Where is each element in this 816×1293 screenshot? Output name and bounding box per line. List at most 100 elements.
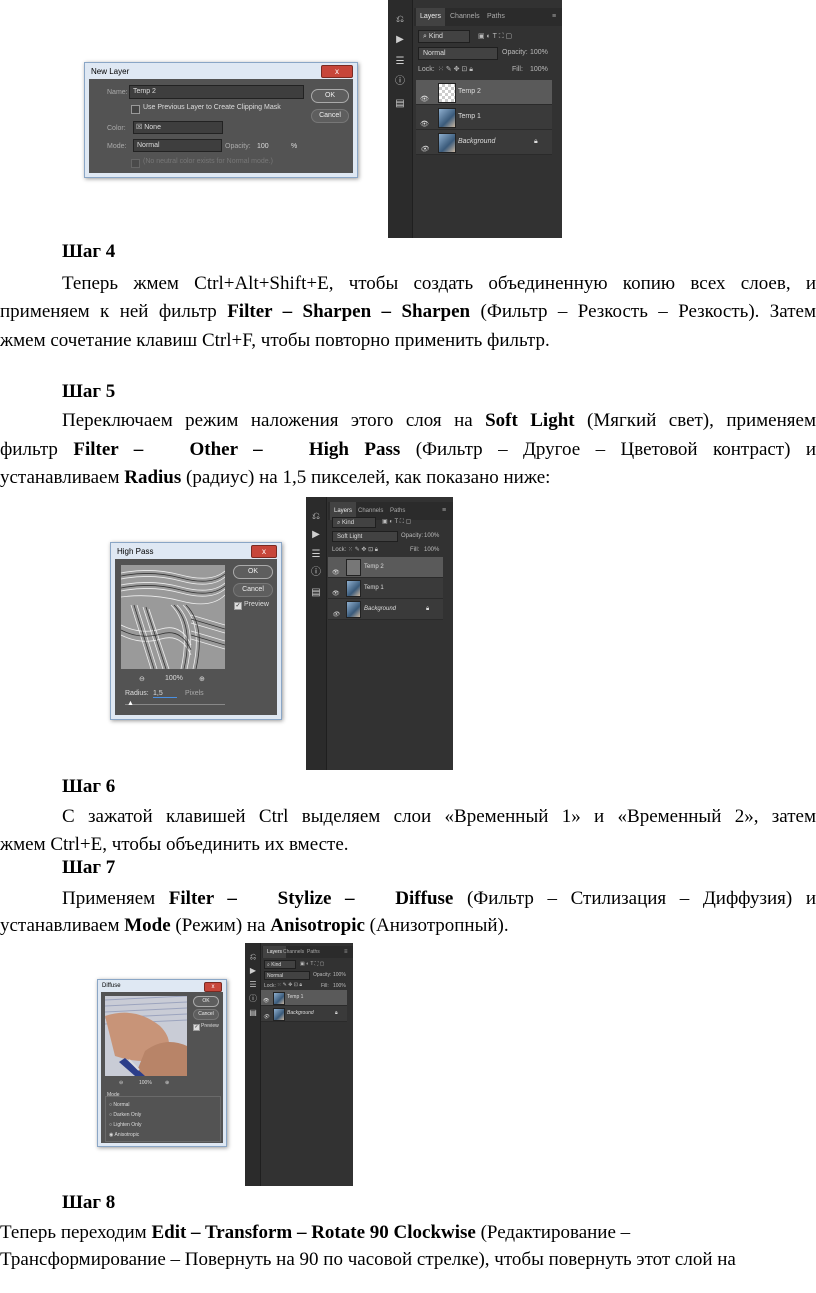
- mode-radio-anisotropic[interactable]: ◉ Anisotropic: [109, 1132, 139, 1138]
- cancel-button[interactable]: Cancel: [233, 583, 273, 597]
- zoom-in-icon[interactable]: ⊕: [199, 675, 205, 683]
- play-icon[interactable]: ▶: [247, 965, 259, 977]
- opacity-label: Opacity:: [313, 972, 332, 978]
- zoom-out-icon[interactable]: ⊖: [139, 675, 145, 683]
- history-icon[interactable]: ⎌: [310, 511, 322, 523]
- tab-layers[interactable]: Layers: [416, 8, 446, 26]
- layer-row[interactable]: 👁︎ Background 🔒︎: [261, 1006, 347, 1022]
- layer-name: Background: [287, 1010, 314, 1016]
- step7-line2: устанавливаем Mode (Режим) на Anisotropi…: [0, 915, 509, 936]
- opacity-field[interactable]: 100: [257, 143, 269, 150]
- step6-line2: жмем Ctrl+E, чтобы объединить их вместе.: [0, 834, 349, 855]
- layer-row[interactable]: 👁︎ Temp 1: [261, 990, 347, 1006]
- radius-slider-track[interactable]: [125, 704, 225, 705]
- tab-paths[interactable]: Paths: [487, 8, 505, 26]
- eye-icon[interactable]: 👁︎: [332, 605, 340, 618]
- zoom-level: 100%: [165, 675, 183, 682]
- ok-button[interactable]: OK: [311, 89, 349, 103]
- lock-icon: 🔒︎: [426, 606, 430, 612]
- panel-menu-icon[interactable]: ≡: [442, 502, 446, 520]
- mode-select[interactable]: Normal: [133, 139, 222, 152]
- preview-checkbox[interactable]: ✓: [234, 602, 242, 610]
- info-icon[interactable]: ⓘ: [310, 567, 322, 579]
- fill-value[interactable]: 100%: [333, 983, 346, 989]
- ok-button[interactable]: OK: [193, 996, 219, 1007]
- properties-icon[interactable]: ▤: [247, 1007, 259, 1019]
- layer-thumbnail: [273, 992, 285, 1005]
- lock-icons[interactable]: ⁙ ✎ ✥ ⊡ 🔒︎: [438, 65, 473, 74]
- opacity-value[interactable]: 100%: [424, 533, 439, 539]
- ok-button[interactable]: OK: [233, 565, 273, 579]
- eye-icon[interactable]: 👁︎: [420, 138, 429, 153]
- layer-row[interactable]: 👁︎ Temp 2: [328, 557, 443, 578]
- play-icon[interactable]: ▶: [394, 34, 406, 46]
- play-icon[interactable]: ▶: [310, 529, 322, 541]
- fill-value[interactable]: 100%: [530, 66, 548, 73]
- opacity-value[interactable]: 100%: [530, 49, 548, 56]
- lock-icons[interactable]: ⁙ ✎ ✥ ⊡ 🔒︎: [348, 546, 378, 554]
- zoom-out-icon[interactable]: ⊖: [119, 1080, 123, 1086]
- kind-filter[interactable]: ⌕ Kind: [332, 517, 376, 528]
- layer-row[interactable]: 👁︎ Temp 1: [416, 105, 552, 130]
- layer-row[interactable]: 👁︎ Background 🔒︎: [328, 599, 443, 620]
- blend-mode-select[interactable]: Normal: [264, 971, 310, 980]
- filter-icons[interactable]: ▣ ◐ T ⛶ ▢: [300, 961, 324, 967]
- eye-icon[interactable]: 👁︎: [420, 113, 429, 128]
- name-field[interactable]: Temp 2: [129, 85, 304, 99]
- blend-mode-select[interactable]: Normal: [418, 47, 498, 60]
- adjustments-icon[interactable]: ☰: [394, 56, 406, 68]
- tab-paths[interactable]: Paths: [307, 946, 320, 958]
- kind-filter[interactable]: ⌕ Kind: [264, 960, 296, 969]
- eye-icon[interactable]: 👁︎: [332, 563, 340, 576]
- kind-filter[interactable]: ⌕ Kind: [418, 30, 470, 43]
- mode-radio-normal[interactable]: ○ Normal: [109, 1102, 130, 1108]
- radius-slider-handle[interactable]: ▲: [127, 700, 134, 707]
- panel-menu-icon[interactable]: ≡: [552, 8, 556, 26]
- adjustments-icon[interactable]: ☰: [310, 549, 322, 561]
- dialog-title: New Layer: [91, 67, 130, 76]
- layer-thumbnail: [346, 601, 361, 618]
- radius-field[interactable]: 1,5: [153, 690, 177, 698]
- zoom-in-icon[interactable]: ⊕: [165, 1080, 169, 1086]
- info-icon[interactable]: ⓘ: [247, 993, 259, 1005]
- lock-icon: 🔒︎: [335, 1010, 338, 1016]
- layer-row[interactable]: 👁︎ Temp 1: [328, 578, 443, 599]
- layer-thumbnail: [438, 108, 456, 128]
- layer-name: Temp 1: [287, 994, 304, 1000]
- tab-channels[interactable]: Channels: [450, 8, 480, 26]
- info-icon[interactable]: ⓘ: [394, 76, 406, 88]
- close-icon[interactable]: x: [251, 545, 277, 558]
- cancel-button[interactable]: Cancel: [193, 1009, 219, 1020]
- mode-radio-lighten[interactable]: ○ Lighten Only: [109, 1122, 142, 1128]
- eye-icon[interactable]: 👁︎: [263, 994, 271, 1004]
- properties-icon[interactable]: ▤: [310, 587, 322, 599]
- eye-icon[interactable]: 👁︎: [420, 88, 429, 103]
- mode-radio-darken[interactable]: ○ Darken Only: [109, 1112, 141, 1118]
- lock-label: Lock:: [418, 66, 435, 73]
- close-icon[interactable]: x: [321, 65, 353, 78]
- layer-row[interactable]: 👁︎ Background 🔒︎: [416, 130, 552, 155]
- close-icon[interactable]: x: [204, 982, 222, 992]
- history-icon[interactable]: ⎌: [394, 14, 406, 26]
- blend-mode-select[interactable]: Soft Light: [332, 531, 398, 542]
- cancel-button[interactable]: Cancel: [311, 109, 349, 123]
- panel-menu-icon[interactable]: ≡: [344, 946, 348, 958]
- color-select[interactable]: ☒ None: [133, 121, 223, 134]
- radius-label: Radius:: [125, 690, 149, 697]
- history-icon[interactable]: ⎌: [247, 951, 259, 963]
- tab-channels[interactable]: Channels: [283, 946, 304, 958]
- eye-icon[interactable]: 👁︎: [263, 1010, 271, 1020]
- name-label: Name:: [107, 89, 128, 96]
- filter-icons[interactable]: ▣ ◐ T ⛶ ▢: [478, 32, 512, 41]
- fill-value[interactable]: 100%: [424, 547, 439, 553]
- properties-icon[interactable]: ▤: [394, 98, 406, 110]
- preview-checkbox[interactable]: ✓: [193, 1024, 200, 1031]
- adjustments-icon[interactable]: ☰: [247, 979, 259, 991]
- filter-icons[interactable]: ▣ ◐ T ⛶ ▢: [382, 518, 411, 526]
- clipping-checkbox[interactable]: [131, 105, 140, 114]
- layer-row[interactable]: 👁︎ Temp 2: [416, 80, 552, 105]
- eye-icon[interactable]: 👁︎: [332, 584, 340, 597]
- opacity-value[interactable]: 100%: [333, 972, 346, 978]
- lock-icons[interactable]: ⁙ ✎ ✥ ⊡ 🔒︎: [277, 982, 302, 988]
- opacity-unit: %: [291, 143, 298, 150]
